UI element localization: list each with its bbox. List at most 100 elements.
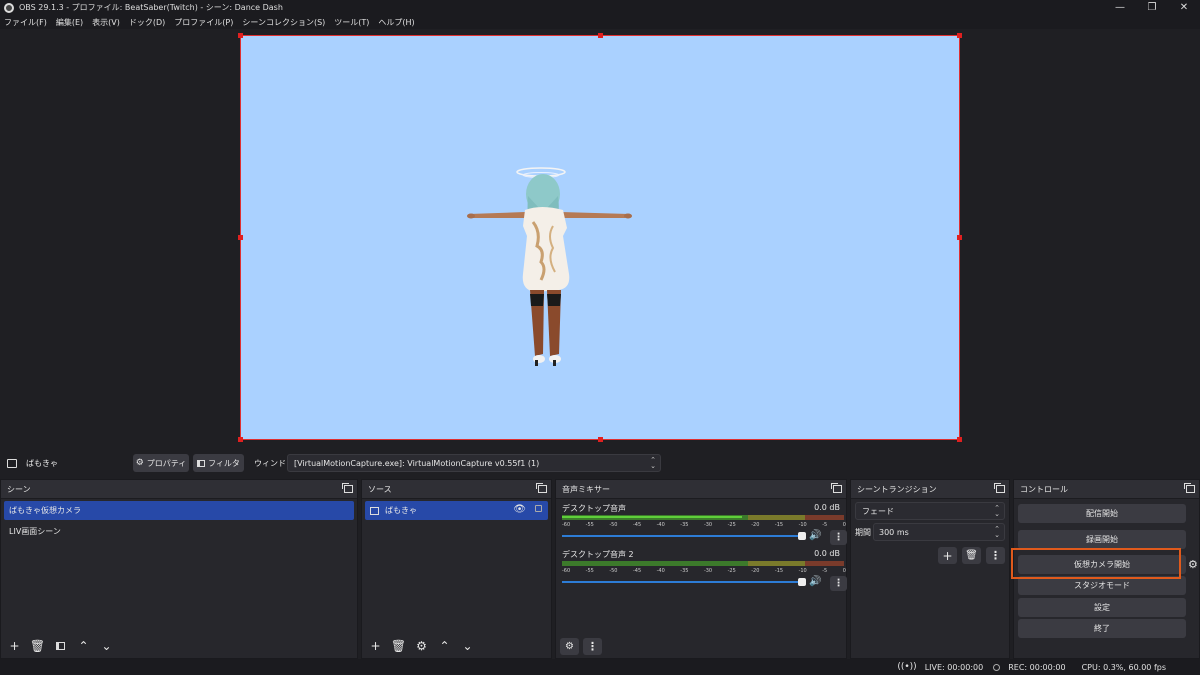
minimize-button[interactable]: — (1104, 0, 1136, 15)
menu-view[interactable]: 表示(V) (92, 17, 120, 28)
mixer-track: デスクトップ音声 2 0.0 dB -60 -55 -50 -45 -40 -3… (562, 547, 847, 593)
source-item[interactable]: ばもきゃ 👁 (365, 501, 548, 520)
transition-type-value: フェード (862, 506, 894, 516)
start-streaming-button[interactable]: 配信開始 (1018, 504, 1186, 523)
add-icon[interactable]: + (366, 638, 385, 655)
tick-label: -60 (562, 568, 571, 574)
chevron-up-icon[interactable]: ⌃ (435, 638, 454, 655)
scene-item[interactable]: ばもきゃ仮想カメラ (4, 501, 354, 520)
filter-icon (197, 459, 206, 467)
avatar-figure (467, 167, 632, 366)
undock-icon[interactable] (994, 483, 1005, 493)
status-bar: ((•)) LIVE: 00:00:00 REC: 00:00:00 CPU: … (0, 659, 1200, 675)
menu-tools[interactable]: ツール(T) (334, 17, 369, 28)
filters-button[interactable]: フィルタ (193, 454, 244, 472)
tick-label: -15 (774, 568, 784, 574)
transitions-dock-header: シーントランジション (851, 480, 1009, 499)
properties-button[interactable]: ⚙ プロパティ (133, 454, 189, 472)
eye-icon[interactable]: 👁 (513, 504, 526, 515)
meter-ticks: -60 -55 -50 -45 -40 -35 -30 -25 -20 -15 … (562, 568, 846, 576)
chevron-down-icon[interactable]: ⌄ (97, 638, 116, 655)
tick-label: -45 (632, 568, 642, 574)
audio-mixer-dock: 音声ミキサー デスクトップ音声 0.0 dB -60 -55 -50 -45 -… (555, 479, 847, 659)
virtual-camera-settings-gear-icon[interactable]: ⚙ (1188, 558, 1198, 571)
track-menu-button[interactable]: ⋮ (830, 576, 847, 591)
tick-label: -50 (609, 568, 618, 574)
updown-arrows-icon: ⌃ ⌄ (994, 504, 1000, 518)
tick-label: -60 (562, 522, 571, 528)
duration-row: 期間 300 ms ⌃ ⌄ (855, 523, 1005, 541)
scene-item-label: LIV画面シーン (9, 527, 61, 536)
meter-ticks: -60 -55 -50 -45 -40 -35 -30 -25 -20 -15 … (562, 522, 846, 530)
gear-icon[interactable]: ⚙ (412, 638, 431, 655)
advanced-audio-gear-icon[interactable]: ⚙ (560, 637, 579, 655)
mixer-dock-header: 音声ミキサー (556, 480, 846, 499)
track-menu-button[interactable]: ⋮ (830, 530, 847, 545)
speaker-icon[interactable]: 🔊 (809, 530, 821, 541)
preview-canvas[interactable] (238, 33, 962, 442)
trash-icon[interactable]: 🗑 (962, 547, 981, 564)
undock-icon[interactable] (536, 483, 547, 493)
chevron-up-icon[interactable]: ⌃ (74, 638, 93, 655)
undock-icon[interactable] (342, 483, 353, 493)
transition-menu-icon[interactable]: ⋮ (986, 547, 1005, 564)
undock-icon[interactable] (831, 483, 842, 493)
controls-dock-title: コントロール (1020, 484, 1068, 494)
resize-handle-tl[interactable] (238, 33, 243, 38)
resize-handle-bl[interactable] (238, 437, 243, 442)
menu-help[interactable]: ヘルプ(H) (378, 17, 414, 28)
window-select[interactable]: [VirtualMotionCapture.exe]: VirtualMotio… (287, 454, 661, 472)
add-icon[interactable]: + (5, 638, 24, 655)
settings-button[interactable]: 設定 (1018, 598, 1186, 617)
menu-scene-collection[interactable]: シーンコレクション(S) (242, 17, 325, 28)
lock-icon[interactable] (535, 505, 542, 512)
resize-handle-tc[interactable] (598, 33, 603, 38)
track-db: 0.0 dB (814, 503, 840, 512)
maximize-button[interactable]: ❐ (1136, 0, 1168, 15)
tick-label: -40 (656, 522, 665, 528)
menu-profile[interactable]: プロファイル(P) (174, 17, 233, 28)
trash-icon[interactable]: 🗑 (389, 638, 408, 655)
menu-file[interactable]: ファイル(F) (4, 17, 47, 28)
resize-handle-br[interactable] (957, 437, 962, 442)
mixer-track: デスクトップ音声 0.0 dB -60 -55 -50 -45 -40 -35 … (562, 501, 847, 547)
scene-transitions-dock: シーントランジション フェード ⌃ ⌄ 期間 300 ms ⌃ ⌄ + 🗑 ⋮ (850, 479, 1010, 659)
resize-handle-bc[interactable] (598, 437, 603, 442)
transition-type-select[interactable]: フェード ⌃ ⌄ (855, 502, 1005, 520)
duration-input[interactable]: 300 ms ⌃ ⌄ (873, 523, 1005, 541)
mixer-menu-icon[interactable]: ⋮ (583, 637, 602, 655)
add-icon[interactable]: + (938, 547, 957, 564)
rec-timer: REC: 00:00:00 (1008, 662, 1066, 672)
chevron-down-icon[interactable]: ⌄ (458, 638, 477, 655)
menu-edit[interactable]: 編集(E) (56, 17, 83, 28)
window-title: OBS 29.1.3 - プロファイル: BeatSaber(Twitch) -… (19, 3, 283, 12)
resize-handle-mr[interactable] (957, 235, 962, 240)
tick-label: 0 (842, 568, 846, 574)
resize-handle-tr[interactable] (957, 33, 962, 38)
menu-docks[interactable]: ドック(D) (129, 17, 165, 28)
scene-filter-icon[interactable] (51, 638, 70, 655)
window-controls: — ❐ ✕ (1104, 0, 1200, 15)
tick-label: -5 (822, 568, 828, 574)
resize-handle-ml[interactable] (238, 235, 243, 240)
window-capture-icon (370, 506, 379, 515)
tick-label: 0 (842, 522, 846, 528)
start-recording-button[interactable]: 録画開始 (1018, 530, 1186, 549)
undock-icon[interactable] (1184, 483, 1195, 493)
menu-bar: ファイル(F) 編集(E) 表示(V) ドック(D) プロファイル(P) シーン… (0, 15, 1200, 29)
slider-knob[interactable] (798, 578, 806, 586)
tick-label: -30 (703, 568, 713, 574)
volume-slider[interactable] (562, 532, 806, 540)
tick-label: -20 (751, 568, 760, 574)
speaker-icon[interactable]: 🔊 (809, 576, 821, 587)
tick-label: -55 (585, 522, 594, 528)
scene-item[interactable]: LIV画面シーン (4, 522, 354, 541)
slider-knob[interactable] (798, 532, 806, 540)
trash-icon[interactable]: 🗑 (28, 638, 47, 655)
current-source-name: ばもきゃ (26, 458, 58, 468)
record-status-icon (993, 663, 1001, 671)
close-button[interactable]: ✕ (1168, 0, 1200, 15)
tick-label: -15 (774, 522, 784, 528)
volume-slider[interactable] (562, 578, 806, 586)
exit-button[interactable]: 終了 (1018, 619, 1186, 638)
